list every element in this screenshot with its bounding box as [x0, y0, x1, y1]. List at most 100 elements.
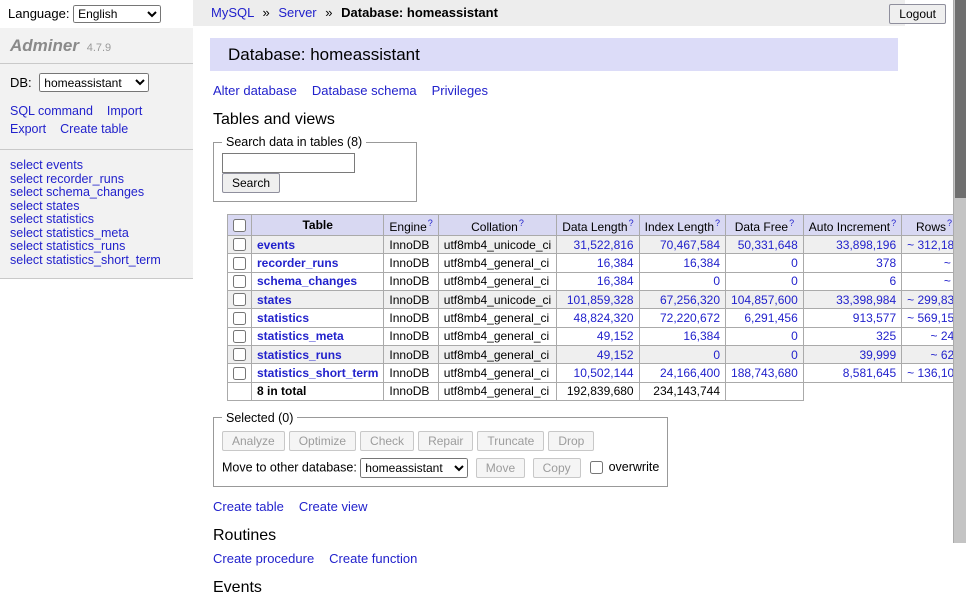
section-routines-title: Routines	[213, 527, 953, 545]
index-length-link[interactable]: 16,384	[683, 329, 720, 343]
auto-increment-link[interactable]: 6	[889, 274, 896, 288]
search-input[interactable]	[222, 153, 355, 173]
table-link-states[interactable]: states	[257, 293, 292, 307]
create-view-link[interactable]: Create view	[299, 499, 368, 514]
row-checkbox[interactable]	[233, 348, 246, 361]
data-length-link[interactable]: 31,522,816	[574, 238, 634, 252]
auto-increment-link[interactable]: 39,999	[859, 348, 896, 362]
engine-cell: InnoDB	[384, 364, 438, 382]
table-link-schema-changes[interactable]: schema_changes	[257, 274, 357, 288]
sidebar-select-statistics-runs[interactable]: select statistics_runs	[10, 240, 183, 253]
overwrite-checkbox[interactable]	[590, 461, 603, 474]
help-icon[interactable]: ?	[715, 218, 720, 228]
breadcrumb-link-server[interactable]: Server	[278, 5, 316, 20]
auto-increment-link[interactable]: 378	[876, 256, 896, 270]
data-length-link[interactable]: 48,824,320	[574, 311, 634, 325]
app-version[interactable]: 4.7.9	[87, 42, 111, 54]
row-checkbox[interactable]	[233, 238, 246, 251]
row-checkbox-cell	[228, 364, 252, 382]
data-free-link[interactable]: 0	[791, 256, 798, 270]
sidebar-action-import[interactable]: Import	[107, 104, 142, 118]
index-length-link[interactable]: 67,256,320	[660, 293, 720, 307]
row-checkbox-cell	[228, 290, 252, 308]
row-checkbox[interactable]	[233, 367, 246, 380]
data-free-link[interactable]: 50,331,648	[738, 238, 798, 252]
help-icon[interactable]: ?	[947, 218, 952, 228]
analyze-button: Analyze	[222, 431, 285, 451]
index-length-link[interactable]: 24,166,400	[660, 366, 720, 380]
row-checkbox[interactable]	[233, 257, 246, 270]
table-link-statistics[interactable]: statistics	[257, 311, 309, 325]
row-checkbox[interactable]	[233, 330, 246, 343]
index-length-link[interactable]: 70,467,584	[660, 238, 720, 252]
sidebar-select-schema-changes[interactable]: select schema_changes	[10, 186, 183, 199]
table-link-recorder-runs[interactable]: recorder_runs	[257, 256, 338, 270]
index-length-link[interactable]: 72,220,672	[660, 311, 720, 325]
logout-button[interactable]: Logout	[889, 4, 946, 24]
table-link-statistics-runs[interactable]: statistics_runs	[257, 348, 342, 362]
table-link-events[interactable]: events	[257, 238, 295, 252]
total-collation: utf8mb4_general_ci	[438, 382, 556, 400]
sidebar-action-create-table[interactable]: Create table	[60, 122, 128, 136]
scrollbar[interactable]	[953, 0, 966, 543]
sidebar-action-sql-command[interactable]: SQL command	[10, 104, 93, 118]
create-function-link[interactable]: Create function	[329, 551, 417, 566]
breadcrumb-link-mysql[interactable]: MySQL	[211, 5, 254, 20]
data-free-link[interactable]: 0	[791, 329, 798, 343]
search-fieldset: Search data in tables (8) Search	[213, 135, 417, 202]
auto-increment-link[interactable]: 913,577	[853, 311, 896, 325]
move-db-select[interactable]: homeassistant	[360, 458, 468, 478]
auto-increment-link[interactable]: 33,398,984	[836, 293, 896, 307]
scrollbar-thumb[interactable]	[955, 0, 966, 198]
data-free-link[interactable]: 104,857,600	[731, 293, 798, 307]
alter-database-link[interactable]: Alter database	[213, 83, 297, 98]
data-free-link[interactable]: 188,743,680	[731, 366, 798, 380]
auto-increment-link[interactable]: 325	[876, 329, 896, 343]
index-length-link[interactable]: 0	[713, 274, 720, 288]
data-free-link[interactable]: 0	[791, 348, 798, 362]
select-all-checkbox[interactable]	[233, 219, 246, 232]
row-checkbox[interactable]	[233, 293, 246, 306]
sidebar-select-recorder-runs[interactable]: select recorder_runs	[10, 173, 183, 186]
engine-cell: InnoDB	[384, 236, 438, 254]
search-button[interactable]: Search	[222, 173, 280, 193]
auto-increment-link[interactable]: 33,898,196	[836, 238, 896, 252]
privileges-link[interactable]: Privileges	[432, 83, 488, 98]
row-checkbox[interactable]	[233, 275, 246, 288]
data-free-link[interactable]: 6,291,456	[744, 311, 797, 325]
sidebar-action-export[interactable]: Export	[10, 122, 46, 136]
create-table-link[interactable]: Create table	[213, 499, 284, 514]
sidebar-select-statistics-meta[interactable]: select statistics_meta	[10, 227, 183, 240]
database-schema-link[interactable]: Database schema	[312, 83, 417, 98]
engine-cell: InnoDB	[384, 290, 438, 308]
index-length-link[interactable]: 0	[713, 348, 720, 362]
data-free-link[interactable]: 0	[791, 274, 798, 288]
data-length-link[interactable]: 16,384	[597, 274, 634, 288]
table-link-statistics-short-term[interactable]: statistics_short_term	[257, 366, 378, 380]
help-icon[interactable]: ?	[428, 218, 433, 228]
engine-cell: InnoDB	[384, 327, 438, 345]
help-icon[interactable]: ?	[629, 218, 634, 228]
app-name-link[interactable]: Adminer	[10, 36, 79, 55]
sidebar-select-events[interactable]: select events	[10, 159, 183, 172]
help-icon[interactable]: ?	[789, 218, 794, 228]
data-length-link[interactable]: 16,384	[597, 256, 634, 270]
breadcrumb-separator: »	[325, 5, 332, 20]
language-select[interactable]: English	[73, 5, 161, 23]
create-procedure-link[interactable]: Create procedure	[213, 551, 314, 566]
index-length-link[interactable]: 16,384	[683, 256, 720, 270]
help-icon[interactable]: ?	[891, 218, 896, 228]
index-length-cell: 67,256,320	[639, 290, 725, 308]
help-icon[interactable]: ?	[519, 218, 524, 228]
table-link-statistics-meta[interactable]: statistics_meta	[257, 329, 344, 343]
db-select[interactable]: homeassistant	[39, 73, 149, 92]
data-length-link[interactable]: 101,859,328	[567, 293, 634, 307]
auto-increment-link[interactable]: 8,581,645	[843, 366, 896, 380]
data-length-link[interactable]: 10,502,144	[574, 366, 634, 380]
sidebar-select-states[interactable]: select states	[10, 200, 183, 213]
data-length-link[interactable]: 49,152	[597, 329, 634, 343]
row-checkbox[interactable]	[233, 312, 246, 325]
sidebar-select-statistics-short-term[interactable]: select statistics_short_term	[10, 254, 183, 267]
data-length-link[interactable]: 49,152	[597, 348, 634, 362]
sidebar-select-statistics[interactable]: select statistics	[10, 213, 183, 226]
